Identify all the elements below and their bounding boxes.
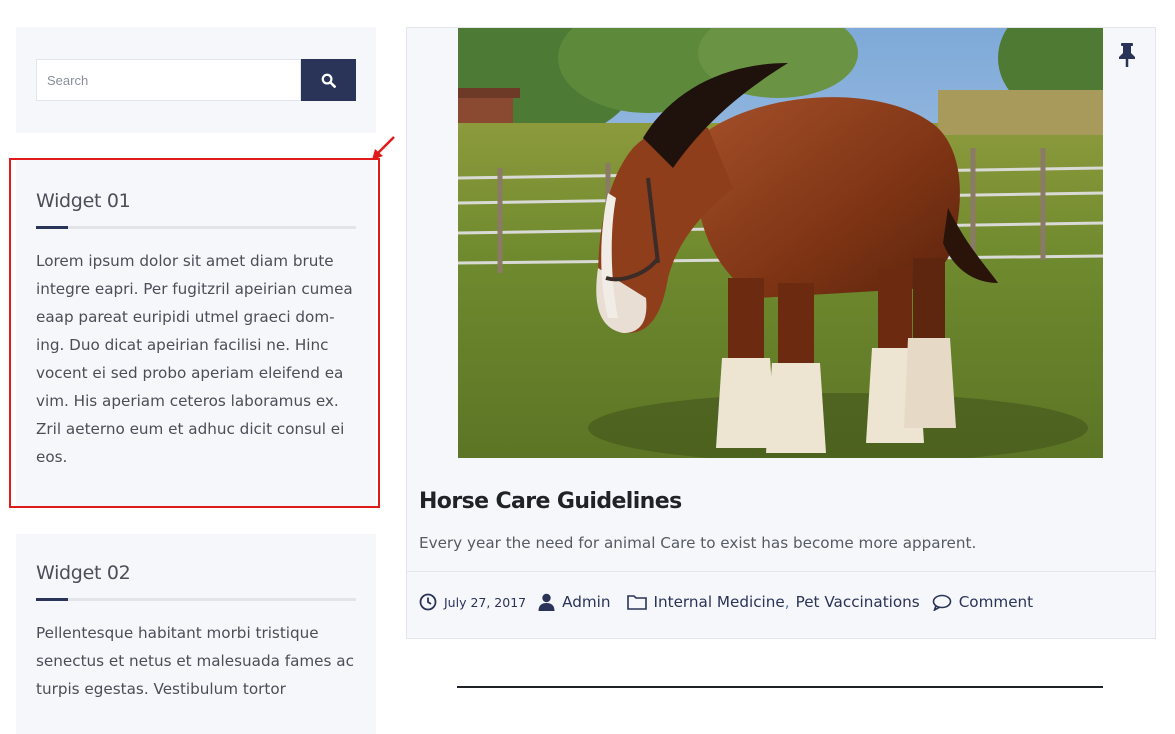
widget-text: Lorem ipsum dolor sit amet diam brute in…: [36, 252, 353, 466]
search-widget: [16, 27, 376, 133]
folder-icon: [626, 594, 647, 610]
search-button[interactable]: [301, 59, 356, 101]
widget-02: Widget 02 Pellentesque habitant morbi tr…: [16, 534, 376, 734]
post-categories: Internal Medicine , Pet Vaccinations: [654, 593, 920, 611]
widget-01: Widget 01 Lorem ipsum dolor sit amet dia…: [16, 158, 376, 508]
post-divider: [407, 571, 1155, 572]
widget-title-underline: [36, 226, 356, 229]
horse-photo: [458, 28, 1103, 458]
annotation-arrow-icon: [372, 136, 395, 160]
comment-link[interactable]: Comment: [959, 593, 1033, 611]
search-input[interactable]: [36, 59, 301, 101]
comment-icon: [932, 594, 952, 611]
category-link[interactable]: Internal Medicine: [654, 593, 785, 611]
category-separator: ,: [784, 593, 790, 611]
post-author[interactable]: Admin: [562, 593, 610, 611]
pushpin-icon: [1119, 43, 1135, 67]
search-icon: [321, 73, 336, 88]
widget-title: Widget 02: [36, 562, 131, 584]
widget-title: Widget 01: [36, 190, 131, 212]
post-date[interactable]: July 27, 2017: [444, 595, 526, 610]
clock-icon: [419, 593, 437, 611]
user-icon: [538, 593, 555, 611]
post-featured-image[interactable]: [458, 28, 1103, 458]
blog-post-card: Horse Care Guidelines Every year the nee…: [406, 27, 1156, 639]
widget-text: Pellentesque habitant morbi tristique se…: [36, 624, 354, 698]
widget-title-underline: [36, 598, 356, 601]
post-title[interactable]: Horse Care Guidelines: [419, 489, 682, 514]
category-link[interactable]: Pet Vaccinations: [796, 593, 920, 611]
post-excerpt: Every year the need for animal Care to e…: [419, 534, 977, 552]
post-meta: July 27, 2017 Admin Internal Medicine , …: [419, 590, 1033, 614]
